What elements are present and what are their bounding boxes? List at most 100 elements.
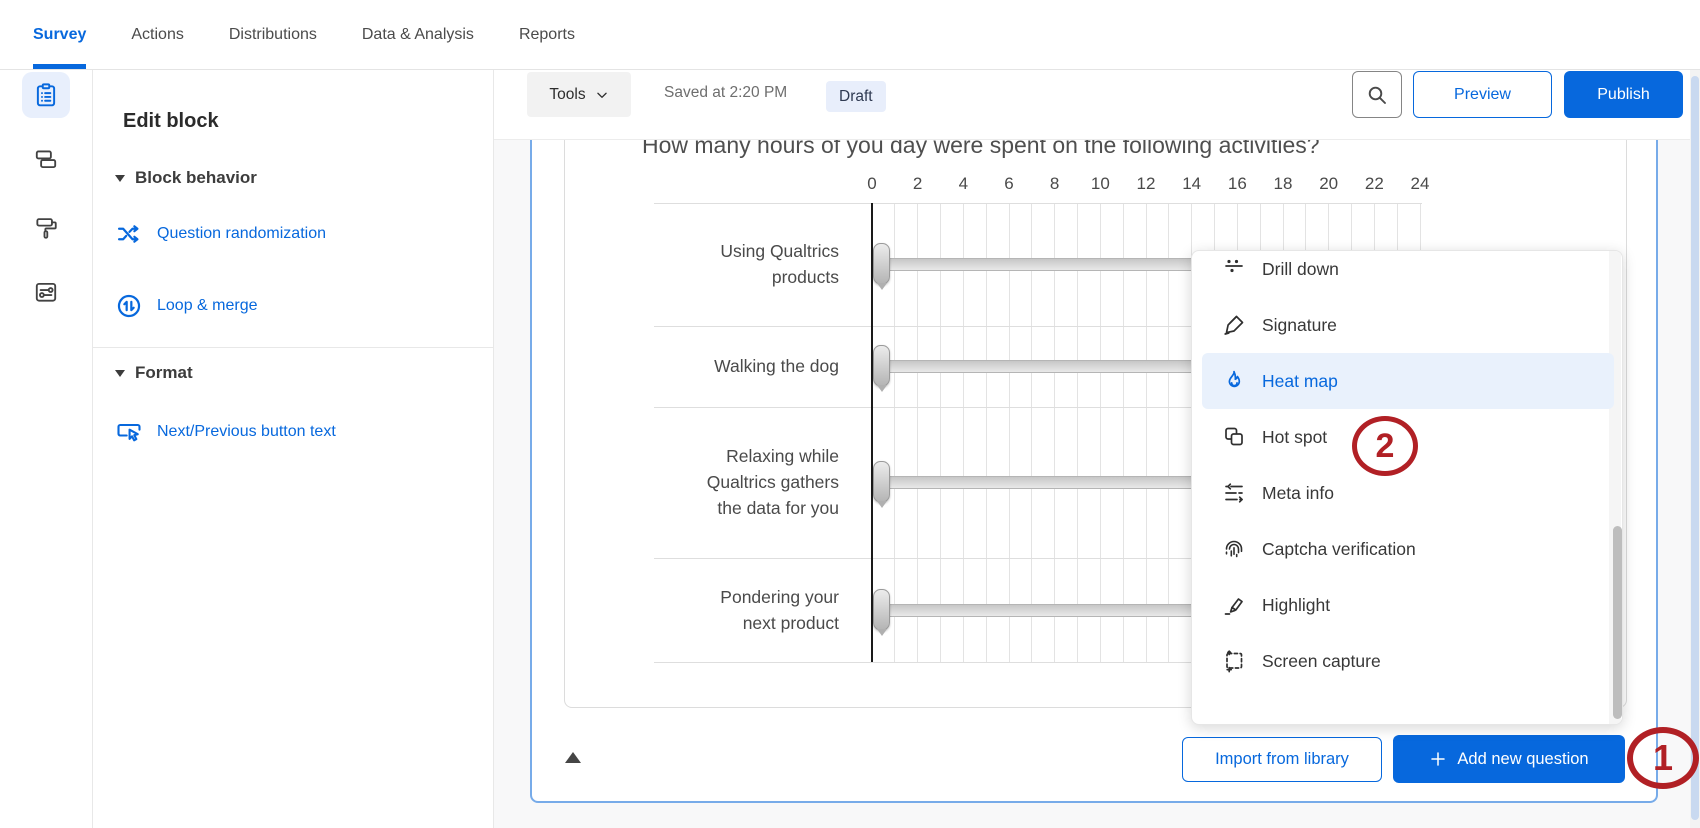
blocks-icon <box>33 146 59 172</box>
tab-actions[interactable]: Actions <box>131 0 183 70</box>
tab-survey[interactable]: Survey <box>33 0 86 70</box>
axis-tick-label: 16 <box>1228 174 1247 194</box>
hot-spot-icon <box>1222 425 1246 449</box>
menu-item-screen-capture-label: Screen capture <box>1262 651 1381 672</box>
screen-capture-icon <box>1222 649 1246 673</box>
menu-item-heat-map-label: Heat map <box>1262 371 1338 392</box>
menu-item-drill-down[interactable]: Drill down <box>1192 250 1623 297</box>
chevron-down-icon <box>595 88 609 102</box>
signature-icon <box>1222 313 1246 337</box>
tab-reports-label: Reports <box>519 26 575 44</box>
tab-actions-label: Actions <box>131 26 183 44</box>
slider-handle[interactable] <box>873 243 890 285</box>
grid-line <box>1031 203 1032 662</box>
preview-button-label: Preview <box>1454 86 1511 104</box>
loop-icon <box>115 292 143 320</box>
clipboard-list-icon <box>33 82 59 108</box>
add-new-question-label: Add new question <box>1457 750 1588 769</box>
menu-item-meta-info-label: Meta info <box>1262 483 1334 504</box>
panel-title: Edit block <box>123 110 219 133</box>
axis-tick-label: 4 <box>959 174 968 194</box>
search-icon <box>1365 83 1389 107</box>
slider-handle[interactable] <box>873 589 890 631</box>
menu-item-captcha-verification[interactable]: Captcha verification <box>1192 521 1623 577</box>
survey-canvas: How many hours of you day were spent on … <box>494 140 1700 828</box>
caret-down-icon <box>115 370 125 377</box>
page-scrollbar-thumb[interactable] <box>1691 76 1699 820</box>
paint-roller-icon <box>33 215 59 241</box>
slider-row-label: Walking the dog <box>684 353 839 379</box>
menu-item-hot-spot-label: Hot spot <box>1262 427 1327 448</box>
link-loop-merge-label: Loop & merge <box>157 297 258 315</box>
annotation-step-2: 2 <box>1352 416 1418 476</box>
grid-line <box>986 203 987 662</box>
grid-line <box>1054 203 1055 662</box>
section-block-behavior[interactable]: Block behavior <box>115 168 257 188</box>
page-scrollbar[interactable] <box>1690 70 1700 828</box>
status-badge-label: Draft <box>839 88 873 106</box>
preview-button[interactable]: Preview <box>1413 71 1552 118</box>
annotation-step-1: 1 <box>1627 727 1699 789</box>
collapse-block-button[interactable] <box>565 752 581 763</box>
tools-button[interactable]: Tools <box>527 72 631 117</box>
import-from-library-button[interactable]: Import from library <box>1182 737 1382 782</box>
grid-line <box>1123 203 1124 662</box>
sidebar-item-blocks[interactable] <box>22 136 70 182</box>
saved-status: Saved at 2:20 PM <box>664 84 787 102</box>
link-question-randomization[interactable]: Question randomization <box>115 220 326 248</box>
qualtrics-survey-editor: Survey Actions Distributions Data & Anal… <box>0 0 1700 828</box>
section-format-label: Format <box>135 363 193 383</box>
axis-tick-label: 24 <box>1411 174 1430 194</box>
button-cursor-icon <box>115 418 143 446</box>
link-loop-merge[interactable]: Loop & merge <box>115 292 258 320</box>
axis-tick-label: 10 <box>1091 174 1110 194</box>
axis-tick-label: 8 <box>1050 174 1059 194</box>
add-new-question-button[interactable]: Add new question <box>1393 735 1625 783</box>
grid-line <box>1009 203 1010 662</box>
grid-line <box>1168 203 1169 662</box>
menu-item-highlight[interactable]: Highlight <box>1192 577 1623 633</box>
left-icon-rail <box>0 70 93 828</box>
menu-item-heat-map[interactable]: Heat map <box>1192 353 1623 409</box>
drill-down-icon <box>1222 257 1246 281</box>
grid-line <box>1077 203 1078 662</box>
axis-tick-label: 22 <box>1365 174 1384 194</box>
menu-item-screen-capture[interactable]: Screen capture <box>1192 633 1623 689</box>
search-button[interactable] <box>1352 71 1402 118</box>
section-format[interactable]: Format <box>115 363 193 383</box>
sliders-box-icon <box>33 279 59 305</box>
slider-handle-tip <box>877 385 887 392</box>
shuffle-icon <box>115 220 143 248</box>
status-badge: Draft <box>826 81 886 112</box>
slider-handle[interactable] <box>873 345 890 387</box>
tab-distributions-label: Distributions <box>229 26 317 44</box>
top-navbar: Survey Actions Distributions Data & Anal… <box>0 0 1700 70</box>
meta-info-icon <box>1222 481 1246 505</box>
menu-item-meta-info[interactable]: Meta info <box>1192 465 1623 521</box>
sidebar-item-survey-options[interactable] <box>22 269 70 315</box>
tab-data-analysis[interactable]: Data & Analysis <box>362 0 474 70</box>
question-type-menu: Drill down Signature <box>1191 250 1623 725</box>
grid-line <box>917 203 918 662</box>
editor-toolbar: Tools Saved at 2:20 PM Draft Preview Pub… <box>494 70 1700 140</box>
sidebar-item-survey-builder[interactable] <box>22 72 70 118</box>
menu-item-captcha-verification-label: Captcha verification <box>1262 539 1416 560</box>
axis-line <box>654 203 1422 204</box>
publish-button[interactable]: Publish <box>1564 71 1683 118</box>
slider-handle-tip <box>877 501 887 508</box>
tab-reports[interactable]: Reports <box>519 0 575 70</box>
slider-handle[interactable] <box>873 461 890 503</box>
tab-distributions[interactable]: Distributions <box>229 0 317 70</box>
link-next-previous-button-text[interactable]: Next/Previous button text <box>115 418 336 446</box>
grid-line <box>1100 203 1101 662</box>
publish-button-label: Publish <box>1597 86 1649 104</box>
sidebar-item-look-and-feel[interactable] <box>22 205 70 251</box>
axis-tick-label: 14 <box>1182 174 1201 194</box>
tab-data-analysis-label: Data & Analysis <box>362 26 474 44</box>
menu-scrollbar-thumb[interactable] <box>1613 526 1622 719</box>
panel-divider <box>93 347 493 348</box>
axis-tick-label: 12 <box>1137 174 1156 194</box>
heat-map-icon <box>1222 369 1246 393</box>
annotation-step-1-number: 1 <box>1653 737 1673 779</box>
menu-item-signature[interactable]: Signature <box>1192 297 1623 353</box>
